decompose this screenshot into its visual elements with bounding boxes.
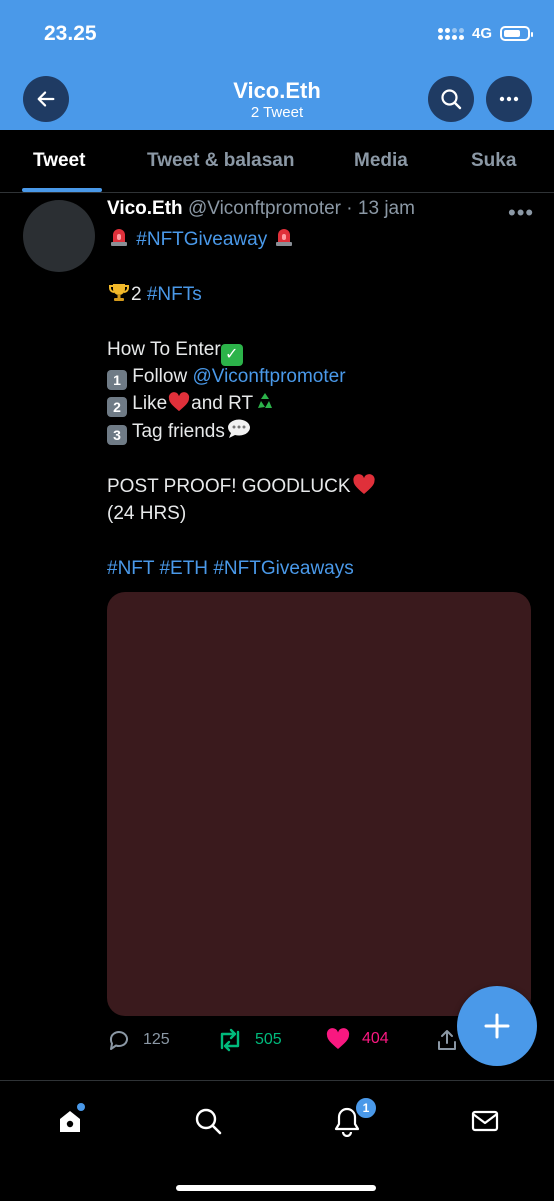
more-icon bbox=[499, 96, 519, 102]
reply-count: 125 bbox=[143, 1031, 170, 1048]
active-tab-indicator bbox=[22, 188, 102, 192]
home-new-dot bbox=[77, 1103, 85, 1111]
avatar[interactable] bbox=[23, 200, 95, 272]
nav-search[interactable] bbox=[190, 1103, 226, 1139]
step-text: Tag friends bbox=[131, 420, 225, 442]
profile-header: 23.25 4G Vico.Eth 2 Tweet bbox=[0, 0, 554, 130]
profile-tabs: Tweet Tweet & balasan Media Suka bbox=[0, 130, 554, 193]
hashtag-link[interactable]: #NFTGiveaway bbox=[136, 229, 267, 250]
notification-badge: 1 bbox=[355, 1097, 377, 1119]
siren-icon bbox=[111, 229, 127, 246]
tweet-body: #NFTGiveaway 2 #NFTs How To Enter ✓ 1 Fol… bbox=[107, 226, 527, 582]
tab-tweet[interactable]: Tweet bbox=[33, 150, 85, 172]
trophy-icon bbox=[109, 283, 129, 301]
search-icon bbox=[195, 1108, 222, 1135]
tweet-more-icon[interactable]: ••• bbox=[508, 200, 534, 226]
step-text: Follow bbox=[132, 365, 188, 387]
recycle-icon bbox=[258, 393, 273, 409]
tweet-timestamp: · 13 jam bbox=[346, 198, 415, 219]
duration-text: (24 HRS) bbox=[107, 502, 187, 524]
step-text: and RT bbox=[191, 393, 254, 415]
search-button[interactable] bbox=[428, 76, 474, 122]
hashtag-link[interactable]: #ETH bbox=[159, 558, 208, 579]
compose-plus-icon bbox=[484, 1013, 510, 1039]
status-indicators: 4G bbox=[437, 25, 533, 42]
tweet-author-handle[interactable]: @Viconftpromoter bbox=[188, 198, 341, 219]
share-button[interactable] bbox=[435, 1028, 459, 1052]
hashtag-link[interactable]: #NFTGiveaways bbox=[213, 558, 353, 579]
mention-link[interactable]: @Viconftpromoter bbox=[192, 366, 345, 387]
search-icon bbox=[441, 89, 462, 110]
tab-likes[interactable]: Suka bbox=[471, 150, 516, 172]
share-icon bbox=[438, 1030, 456, 1050]
tweet-media-image[interactable] bbox=[107, 592, 531, 1016]
home-indicator bbox=[176, 1185, 376, 1191]
like-count: 404 bbox=[362, 1030, 389, 1047]
more-button[interactable] bbox=[486, 76, 532, 122]
red-heart-icon bbox=[169, 392, 190, 412]
reply-icon bbox=[109, 1031, 128, 1050]
hashtag-link[interactable]: #NFT bbox=[107, 558, 154, 579]
nav-messages[interactable] bbox=[467, 1103, 503, 1139]
retweet-icon bbox=[220, 1028, 240, 1052]
keycap-three-icon: 3 bbox=[107, 424, 127, 445]
keycap-one-icon: 1 bbox=[107, 369, 127, 390]
reply-button[interactable]: 125 bbox=[107, 1028, 170, 1052]
retweet-count: 505 bbox=[255, 1031, 282, 1048]
red-heart-icon bbox=[352, 473, 375, 494]
step-text: Like bbox=[132, 393, 168, 415]
siren-icon bbox=[276, 229, 293, 246]
how-to-enter-text: How To Enter bbox=[107, 338, 221, 360]
tab-media[interactable]: Media bbox=[354, 150, 408, 172]
like-button[interactable]: 404 bbox=[326, 1028, 389, 1050]
status-time: 23.25 bbox=[44, 22, 97, 45]
network-label: 4G bbox=[471, 25, 492, 42]
heart-icon bbox=[326, 1028, 350, 1049]
keycap-two-icon: 2 bbox=[107, 397, 127, 418]
speech-bubble-icon bbox=[227, 419, 250, 438]
messages-envelope-icon bbox=[471, 1110, 499, 1132]
tweet-author-name[interactable]: Vico.Eth bbox=[107, 198, 183, 219]
hashtag-link[interactable]: #NFTs bbox=[147, 284, 202, 305]
tweet-header: Vico.Eth @Viconftpromoter · 13 jam bbox=[107, 198, 415, 220]
compose-tweet-button[interactable] bbox=[457, 986, 537, 1066]
nav-home[interactable] bbox=[52, 1103, 88, 1139]
signal-icon bbox=[437, 27, 464, 40]
tweet-actions: 125 505 404 bbox=[107, 1028, 507, 1056]
battery-icon bbox=[500, 26, 533, 41]
tab-tweet-replies[interactable]: Tweet & balasan bbox=[147, 150, 294, 172]
nav-notifications[interactable]: 1 bbox=[329, 1097, 377, 1139]
bottom-navigation: 1 bbox=[0, 1080, 554, 1201]
proof-text: POST PROOF! GOODLUCK bbox=[107, 475, 351, 497]
retweet-button[interactable]: 505 bbox=[217, 1028, 282, 1052]
prize-count: 2 bbox=[131, 283, 142, 305]
